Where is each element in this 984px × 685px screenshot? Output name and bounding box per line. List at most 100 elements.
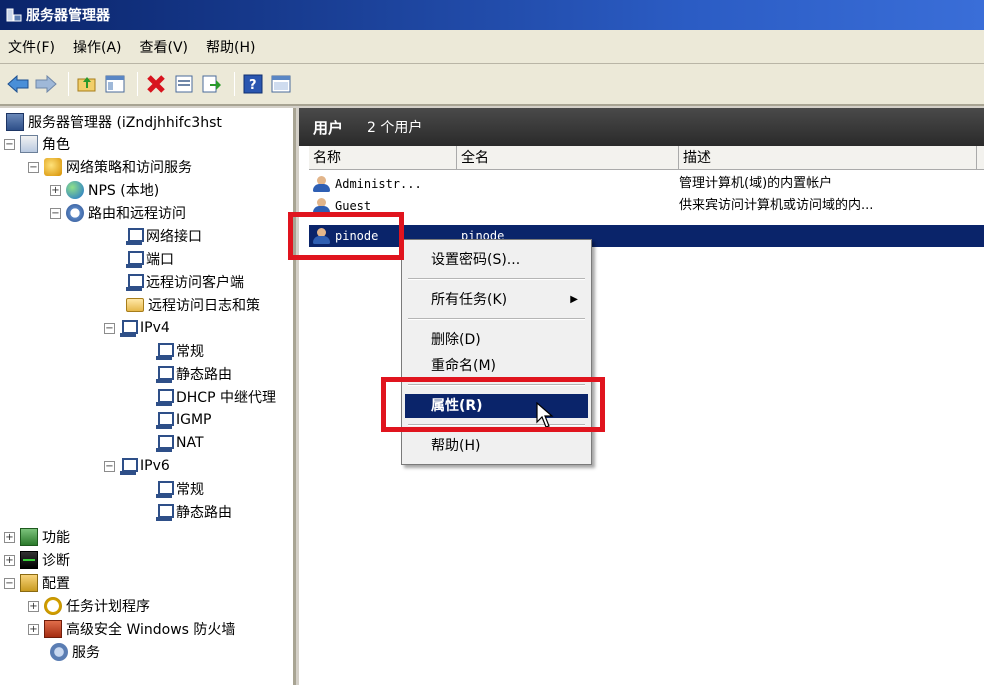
- tree-item-rras[interactable]: − 路由和远程访问: [50, 202, 186, 224]
- interface-icon: [156, 411, 174, 429]
- menu-bar: 文件(F) 操作(A) 查看(V) 帮助(H): [0, 30, 984, 64]
- show-tree-icon[interactable]: [103, 72, 127, 96]
- expand-icon[interactable]: +: [28, 600, 39, 612]
- tree-label: 网络接口: [146, 229, 202, 245]
- interface-icon: [120, 319, 138, 337]
- table-row[interactable]: Guest 供来宾访问计算机或访问域的内...: [309, 195, 984, 217]
- tree-item-nps-local[interactable]: + NPS (本地): [50, 179, 159, 201]
- pane-title: 用户: [313, 118, 344, 137]
- tree-label: IPv4: [140, 320, 170, 336]
- menu-item-label: 重命名(M): [431, 358, 497, 374]
- collapse-icon[interactable]: −: [104, 322, 115, 334]
- tree-item-configuration[interactable]: − 配置: [4, 572, 70, 594]
- export-icon[interactable]: [200, 72, 224, 96]
- tree-label: 高级安全 Windows 防火墙: [66, 622, 236, 638]
- menu-item-label: 所有任务(K): [431, 292, 508, 308]
- menu-separator: [408, 318, 585, 320]
- collapse-icon[interactable]: −: [28, 161, 39, 173]
- tree-label: IGMP: [176, 412, 212, 428]
- tree-item-ipv6-general[interactable]: 常规: [156, 478, 204, 500]
- interface-icon: [156, 342, 174, 360]
- interface-icon: [156, 365, 174, 383]
- menu-item-set-password[interactable]: 设置密码(S)...: [405, 248, 588, 272]
- expand-icon[interactable]: +: [4, 554, 15, 566]
- tree-item-nps-access[interactable]: − 网络策略和访问服务: [28, 156, 192, 178]
- server-manager-icon: [6, 7, 22, 23]
- help-icon[interactable]: ?: [241, 72, 265, 96]
- interface-icon: [126, 273, 144, 291]
- menu-file[interactable]: 文件(F): [8, 37, 55, 57]
- tree-item-ipv4-general[interactable]: 常规: [156, 340, 204, 362]
- tree-item-services[interactable]: 服务: [50, 641, 100, 663]
- cell-description: 管理计算机(域)的内置帐户: [679, 176, 833, 191]
- tree-item-ports[interactable]: 端口: [126, 248, 174, 270]
- expand-icon[interactable]: +: [4, 531, 15, 543]
- tree-item-network-interfaces[interactable]: 网络接口: [126, 225, 202, 247]
- cell-name: Administr...: [335, 177, 422, 191]
- back-icon[interactable]: [6, 72, 30, 96]
- title-bar: 服务器管理器: [0, 0, 984, 30]
- tree-label: 功能: [42, 530, 70, 546]
- tree-item-task-scheduler[interactable]: + 任务计划程序: [28, 595, 150, 617]
- table-row[interactable]: Administr... 管理计算机(域)的内置帐户: [309, 173, 984, 195]
- console-icon[interactable]: [269, 72, 293, 96]
- menu-help[interactable]: 帮助(H): [206, 37, 255, 57]
- tree-item-ipv6[interactable]: − IPv6: [104, 455, 170, 477]
- tree-item-ipv4[interactable]: − IPv4: [104, 317, 170, 339]
- toolbar-separator: [68, 72, 69, 96]
- delete-icon[interactable]: [144, 72, 168, 96]
- tree-label: NPS (本地): [88, 183, 160, 199]
- collapse-icon[interactable]: −: [4, 138, 15, 150]
- forward-icon[interactable]: [34, 72, 58, 96]
- tree-item-server-manager[interactable]: 服务器管理器 (iZndjhhifc3hst: [6, 111, 222, 133]
- collapse-icon[interactable]: −: [50, 207, 61, 219]
- tree-label: DHCP 中继代理: [176, 390, 276, 406]
- tree-item-dhcp-relay[interactable]: DHCP 中继代理: [156, 386, 276, 408]
- tree-label: NAT: [176, 435, 204, 451]
- tree-item-ipv4-static-routes[interactable]: 静态路由: [156, 363, 232, 385]
- features-icon: [20, 528, 38, 546]
- tree-label: 路由和远程访问: [88, 206, 186, 222]
- firewall-icon: [44, 620, 62, 638]
- collapse-icon[interactable]: −: [4, 577, 15, 589]
- menu-item-rename[interactable]: 重命名(M): [405, 354, 588, 378]
- cell-description: 供来宾访问计算机或访问域的内...: [679, 198, 874, 213]
- user-icon: [313, 176, 331, 192]
- menu-separator: [408, 278, 585, 280]
- menu-item-help[interactable]: 帮助(H): [405, 434, 588, 458]
- interface-icon: [156, 503, 174, 521]
- tree-item-diagnostics[interactable]: + 诊断: [4, 549, 70, 571]
- up-folder-icon[interactable]: [75, 72, 99, 96]
- column-fullname[interactable]: 全名: [457, 146, 679, 170]
- menu-item-delete[interactable]: 删除(D): [405, 328, 588, 352]
- tree-item-igmp[interactable]: IGMP: [156, 409, 212, 431]
- expand-icon[interactable]: +: [28, 623, 39, 635]
- properties-icon[interactable]: [172, 72, 196, 96]
- tree-item-features[interactable]: + 功能: [4, 526, 70, 548]
- tree-item-ipv6-static-routes[interactable]: 静态路由: [156, 501, 232, 523]
- network-policy-icon: [44, 158, 62, 176]
- collapse-icon[interactable]: −: [104, 460, 115, 472]
- user-count: 2 个用户: [367, 120, 423, 136]
- tree-item-firewall[interactable]: + 高级安全 Windows 防火墙: [28, 618, 235, 640]
- tree-item-roles[interactable]: − 角色: [4, 133, 70, 155]
- menu-item-all-tasks[interactable]: 所有任务(K) ▶: [405, 288, 588, 312]
- tree-item-remote-log[interactable]: 远程访问日志和策: [126, 294, 260, 316]
- tree-label: 配置: [42, 576, 70, 592]
- tree-label: 诊断: [42, 553, 70, 569]
- toolbar: ?: [0, 64, 984, 106]
- menu-action[interactable]: 操作(A): [73, 37, 122, 57]
- tree-label: 常规: [176, 344, 204, 360]
- menu-view[interactable]: 查看(V): [140, 37, 189, 57]
- column-headers: 名称 全名 描述: [309, 146, 984, 170]
- tree-item-nat[interactable]: NAT: [156, 432, 204, 454]
- tree-label: 静态路由: [176, 505, 232, 521]
- interface-icon: [156, 434, 174, 452]
- submenu-arrow-icon: ▶: [570, 294, 578, 305]
- column-name[interactable]: 名称: [309, 146, 457, 170]
- svg-text:?: ?: [249, 78, 257, 93]
- tree-item-remote-clients[interactable]: 远程访问客户端: [126, 271, 244, 293]
- column-description[interactable]: 描述: [679, 146, 977, 170]
- tree-label: 远程访问日志和策: [148, 298, 260, 314]
- expand-icon[interactable]: +: [50, 184, 61, 196]
